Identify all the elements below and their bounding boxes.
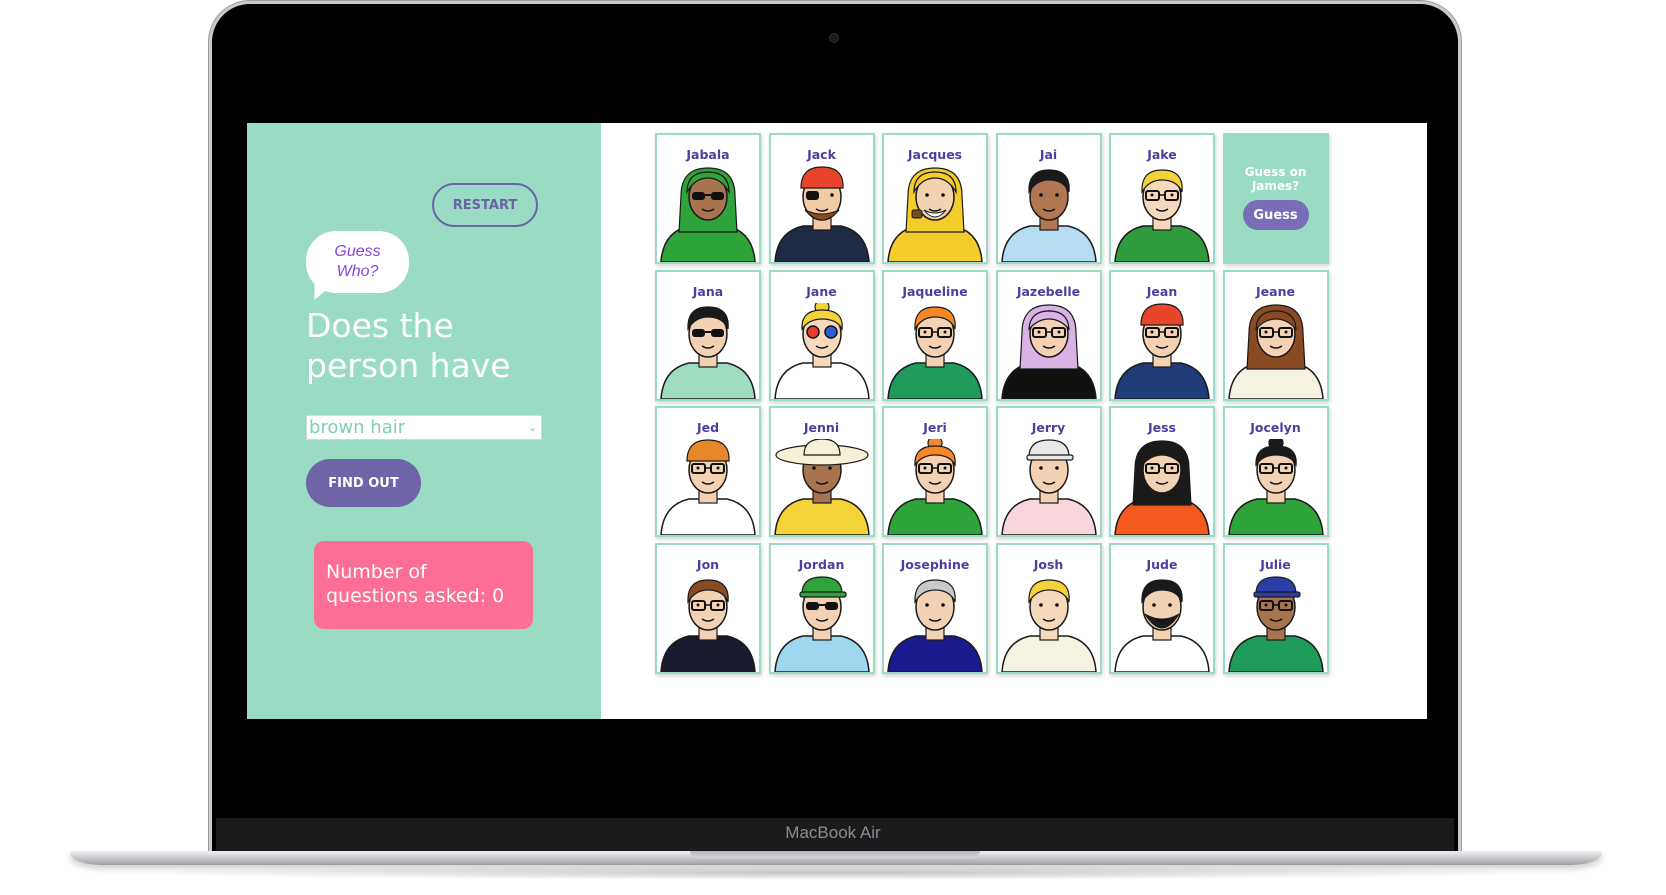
- portrait-illustration: [773, 575, 870, 672]
- character-name: Jacques: [907, 147, 963, 162]
- character-card[interactable]: Jeane: [1222, 269, 1329, 401]
- portrait-illustration: [1114, 169, 1210, 262]
- character-card[interactable]: Jon: [655, 542, 761, 674]
- portrait-illustration: [1227, 303, 1324, 399]
- portrait-illustration: [1000, 578, 1097, 672]
- character-name: Jeane: [1256, 283, 1295, 299]
- restart-button[interactable]: RESTART: [432, 183, 538, 227]
- guess-who-logo: Guess Who?: [306, 231, 409, 293]
- portrait-illustration: [1114, 578, 1210, 672]
- character-name: Jaqueline: [902, 283, 968, 299]
- character-card[interactable]: Jake: [1109, 133, 1215, 264]
- camera-icon: [829, 33, 839, 43]
- character-name: Jazebelle: [1016, 283, 1081, 299]
- base-shadow: [120, 866, 1550, 880]
- portrait-illustration: [773, 439, 870, 535]
- guess-panel: Guess on James? Guess: [1222, 133, 1329, 264]
- guess-button[interactable]: Guess: [1242, 200, 1309, 230]
- laptop-notch: [690, 851, 980, 858]
- brand-label: MacBook Air: [785, 823, 881, 842]
- character-card[interactable]: Jazebelle: [995, 269, 1102, 401]
- character-name: Jai: [1039, 147, 1058, 162]
- portrait-illustration: [773, 302, 870, 399]
- character-name: Jordan: [798, 556, 845, 572]
- portrait-illustration: [660, 439, 756, 535]
- character-card[interactable]: Jocelyn: [1222, 406, 1329, 537]
- portrait-illustration: [1114, 440, 1210, 535]
- character-card[interactable]: Jana: [655, 269, 761, 401]
- questions-counter: Number of questions asked: 0: [314, 541, 533, 629]
- character-card[interactable]: Julie: [1222, 542, 1329, 674]
- question-heading: Does the person have: [306, 306, 511, 385]
- portrait-illustration: [1000, 303, 1097, 399]
- character-name: Jabala: [686, 147, 730, 162]
- portrait-illustration: [1114, 302, 1210, 399]
- find-out-button[interactable]: FIND OUT: [306, 459, 421, 507]
- character-name: Josh: [1033, 556, 1064, 572]
- character-name: Jake: [1147, 147, 1177, 162]
- character-name: Jenni: [803, 420, 840, 435]
- character-card[interactable]: Jed: [655, 406, 761, 537]
- character-name: Jeri: [923, 420, 947, 435]
- character-card[interactable]: Jaqueline: [882, 269, 988, 401]
- character-card[interactable]: Jenni: [768, 406, 875, 537]
- character-name: Julie: [1260, 556, 1291, 572]
- portrait-illustration: [887, 578, 983, 672]
- portrait-illustration: [1227, 439, 1324, 535]
- character-card[interactable]: Jabala: [655, 133, 761, 264]
- logo-line-2: Who?: [336, 263, 379, 280]
- portrait-illustration: [887, 167, 983, 262]
- character-name: Jana: [692, 283, 724, 299]
- portrait-illustration: [1000, 439, 1097, 535]
- portrait-illustration: [887, 439, 983, 535]
- guess-prompt: Guess on James?: [1244, 165, 1307, 193]
- character-card[interactable]: Josh: [995, 542, 1102, 674]
- attribute-select-value: brown hair: [309, 417, 406, 438]
- character-name: Jess: [1147, 420, 1176, 435]
- portrait-illustration: [773, 166, 870, 262]
- logo-line-1: Guess: [334, 243, 381, 260]
- character-name: Jocelyn: [1250, 420, 1301, 435]
- portrait-illustration: [1227, 575, 1324, 672]
- portrait-illustration: [660, 305, 756, 399]
- portrait-illustration: [1000, 169, 1097, 262]
- character-card[interactable]: Jai: [995, 133, 1102, 264]
- portrait-illustration: [887, 305, 983, 399]
- character-card[interactable]: Josephine: [882, 542, 988, 674]
- character-name: Jed: [696, 420, 720, 435]
- character-name: Jean: [1146, 283, 1178, 299]
- character-card[interactable]: Jeri: [882, 406, 988, 537]
- portrait-illustration: [660, 578, 756, 672]
- character-name: Jerry: [1031, 420, 1066, 435]
- character-card[interactable]: Jess: [1109, 406, 1215, 537]
- character-card[interactable]: Jordan: [768, 542, 875, 674]
- character-name: Josephine: [900, 556, 970, 572]
- character-name: Jane: [806, 283, 837, 299]
- character-name: Jude: [1146, 556, 1178, 572]
- character-card[interactable]: Jerry: [995, 406, 1102, 537]
- character-card[interactable]: Jane: [768, 269, 875, 401]
- chevron-down-icon: ⌄: [527, 421, 537, 434]
- character-card[interactable]: Jacques: [882, 133, 988, 264]
- character-card[interactable]: Jean: [1109, 269, 1215, 401]
- sidebar: RESTART Guess Who? Does the person have …: [247, 123, 601, 719]
- screen: RESTART Guess Who? Does the person have …: [247, 123, 1427, 719]
- character-card[interactable]: Jude: [1109, 542, 1215, 674]
- character-name: Jon: [696, 556, 720, 572]
- attribute-select[interactable]: brown hair ⌄: [306, 415, 542, 440]
- character-card[interactable]: Jack: [768, 133, 875, 264]
- character-name: Jack: [807, 147, 836, 162]
- portrait-illustration: [660, 167, 756, 262]
